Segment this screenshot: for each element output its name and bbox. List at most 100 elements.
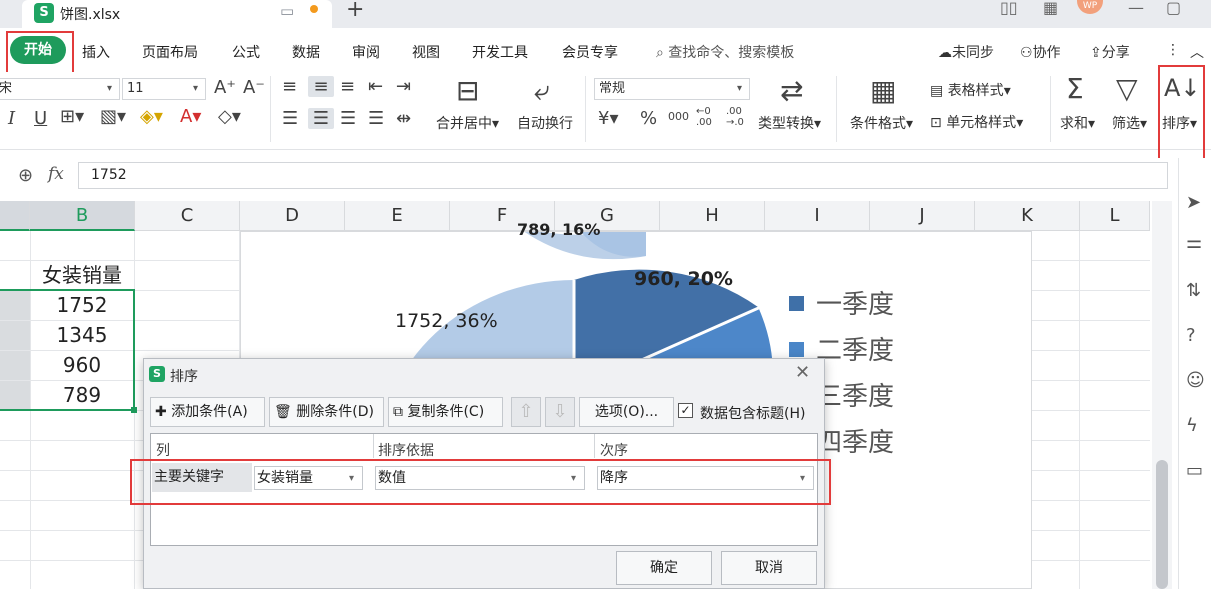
wrap-text-icon[interactable]: ⤶: [534, 74, 550, 108]
help-icon[interactable]: ?: [1186, 325, 1196, 346]
conditional-format-icon[interactable]: ▦: [870, 74, 896, 107]
merge-center-button[interactable]: 合并居中▾: [436, 113, 499, 133]
sync-status[interactable]: ☁未同步: [938, 42, 994, 62]
transfer-icon[interactable]: ⇅: [1186, 280, 1201, 301]
maximize-icon[interactable]: ▢: [1166, 0, 1181, 17]
table-style-button[interactable]: ▤ 表格样式▾: [930, 80, 1011, 100]
header-cell[interactable]: 女装销量: [30, 261, 134, 290]
indent-increase-icon[interactable]: ⇥: [396, 76, 411, 97]
number-format-select[interactable]: 常规 ▾: [594, 78, 750, 100]
cancel-button[interactable]: 取消: [721, 551, 817, 585]
sum-icon[interactable]: Σ: [1066, 72, 1084, 105]
collapse-ribbon-icon[interactable]: ︿: [1190, 42, 1204, 62]
font-color-icon[interactable]: A▾: [180, 106, 201, 127]
cursor-icon[interactable]: ➤: [1186, 192, 1201, 213]
decimal-increase-button[interactable]: ←0 .00: [696, 106, 718, 128]
command-search[interactable]: ⌕ 查找命令、搜索模板: [656, 42, 794, 62]
column-header-d[interactable]: D: [240, 201, 345, 231]
layout-icon[interactable]: ▯▯: [1000, 0, 1018, 17]
copy-condition-button[interactable]: ⧉ 复制条件(C): [388, 397, 503, 427]
scrollbar-thumb[interactable]: [1156, 460, 1168, 589]
border-icon[interactable]: ⊞▾: [60, 106, 84, 127]
currency-format-button[interactable]: ¥▾: [598, 108, 619, 129]
adjust-icon[interactable]: ⚌: [1186, 232, 1202, 253]
has-header-checkbox[interactable]: ✓: [678, 403, 693, 418]
fill-color-icon[interactable]: ◈▾: [140, 106, 163, 127]
lightning-icon[interactable]: ϟ: [1186, 415, 1198, 436]
menu-developer[interactable]: 开发工具: [472, 42, 528, 62]
menu-insert[interactable]: 插入: [82, 42, 110, 62]
column-header-j[interactable]: J: [870, 201, 975, 231]
increase-font-icon[interactable]: A⁺: [214, 77, 236, 98]
zoom-icon[interactable]: ⊕: [18, 165, 33, 186]
sum-button[interactable]: 求和▾: [1060, 113, 1095, 133]
type-convert-icon[interactable]: ⇄: [780, 74, 803, 107]
menu-view[interactable]: 视图: [412, 42, 440, 62]
percent-format-button[interactable]: %: [640, 108, 657, 129]
align-right-icon[interactable]: ☰: [340, 108, 356, 129]
align-left-icon[interactable]: ☰: [282, 108, 298, 129]
menu-review[interactable]: 审阅: [352, 42, 380, 62]
column-header-e[interactable]: E: [345, 201, 450, 231]
font-size-select[interactable]: 11 ▾: [122, 78, 206, 100]
cell-style-button[interactable]: ⊡ 单元格样式▾: [930, 112, 1023, 132]
grid-apps-icon[interactable]: ▦: [1043, 0, 1058, 17]
fill-handle[interactable]: [131, 407, 137, 413]
menu-page-layout[interactable]: 页面布局: [142, 42, 198, 62]
merge-center-icon[interactable]: ⊟: [456, 74, 479, 107]
type-convert-button[interactable]: 类型转换▾: [758, 113, 821, 133]
wrap-text-button[interactable]: 自动换行: [517, 113, 573, 133]
menu-formula[interactable]: 公式: [232, 42, 260, 62]
more-icon[interactable]: ⋮: [1166, 42, 1180, 58]
minimize-icon[interactable]: —: [1128, 0, 1144, 17]
column-header-k[interactable]: K: [975, 201, 1080, 231]
column-header-i[interactable]: I: [765, 201, 870, 231]
cloud-icon: ☁: [938, 45, 952, 61]
column-header-h[interactable]: H: [660, 201, 765, 231]
clear-format-icon[interactable]: ◇▾: [218, 106, 241, 127]
filter-icon[interactable]: ▽: [1116, 72, 1138, 105]
menu-data[interactable]: 数据: [292, 42, 320, 62]
new-tab-icon[interactable]: +: [346, 0, 364, 22]
book-icon[interactable]: ▭: [1186, 460, 1203, 481]
function-icon[interactable]: fx: [48, 164, 64, 184]
decrease-font-icon[interactable]: A⁻: [243, 77, 265, 98]
move-up-button[interactable]: ⇧: [511, 397, 541, 427]
add-condition-label: 添加条件(A): [171, 404, 248, 420]
conditional-format-button[interactable]: 条件格式▾: [850, 113, 913, 133]
monitor-icon[interactable]: ▭: [280, 2, 294, 20]
menu-member[interactable]: 会员专享: [562, 42, 618, 62]
align-center-icon[interactable]: ☰: [308, 108, 334, 129]
options-button[interactable]: 选项(O)...: [579, 397, 674, 427]
align-top-icon[interactable]: ≡: [282, 76, 297, 97]
column-header-b[interactable]: B: [30, 201, 135, 231]
sync-label: 未同步: [952, 45, 994, 61]
font-name-select[interactable]: 宋 ▾: [0, 78, 120, 100]
align-bottom-icon[interactable]: ≡: [340, 76, 355, 97]
italic-icon[interactable]: I: [8, 108, 15, 129]
close-icon[interactable]: ✕: [795, 362, 810, 383]
delete-condition-button[interactable]: 🗑 删除条件(D): [269, 397, 384, 427]
filter-button[interactable]: 筛选▾: [1112, 113, 1147, 133]
justify-icon[interactable]: ☰: [368, 108, 384, 129]
underline-icon[interactable]: U: [34, 108, 47, 129]
distribute-icon[interactable]: ⇹: [396, 108, 411, 129]
column-header-a[interactable]: [0, 201, 30, 231]
ok-button[interactable]: 确定: [616, 551, 712, 585]
robot-icon[interactable]: ☺: [1186, 370, 1205, 391]
table-header-divider: [373, 434, 374, 458]
align-middle-icon[interactable]: ≡: [308, 76, 334, 97]
add-condition-button[interactable]: ✚ 添加条件(A): [150, 397, 265, 427]
thousands-separator-button[interactable]: 000: [668, 110, 689, 123]
legend-swatch-q1: [789, 296, 804, 311]
formula-input[interactable]: 1752: [78, 162, 1168, 189]
decimal-decrease-button[interactable]: .00 →.0: [726, 106, 748, 128]
column-header-l[interactable]: L: [1080, 201, 1150, 231]
pie-data-label: 960, 20%: [634, 268, 733, 290]
column-header-c[interactable]: C: [135, 201, 240, 231]
indent-decrease-icon[interactable]: ⇤: [368, 76, 383, 97]
move-down-button[interactable]: ⇩: [545, 397, 575, 427]
fill-pattern-icon[interactable]: ▧▾: [100, 106, 126, 127]
share-button[interactable]: ⇪分享: [1090, 42, 1130, 62]
collaborate-button[interactable]: ⚇协作: [1020, 42, 1061, 62]
